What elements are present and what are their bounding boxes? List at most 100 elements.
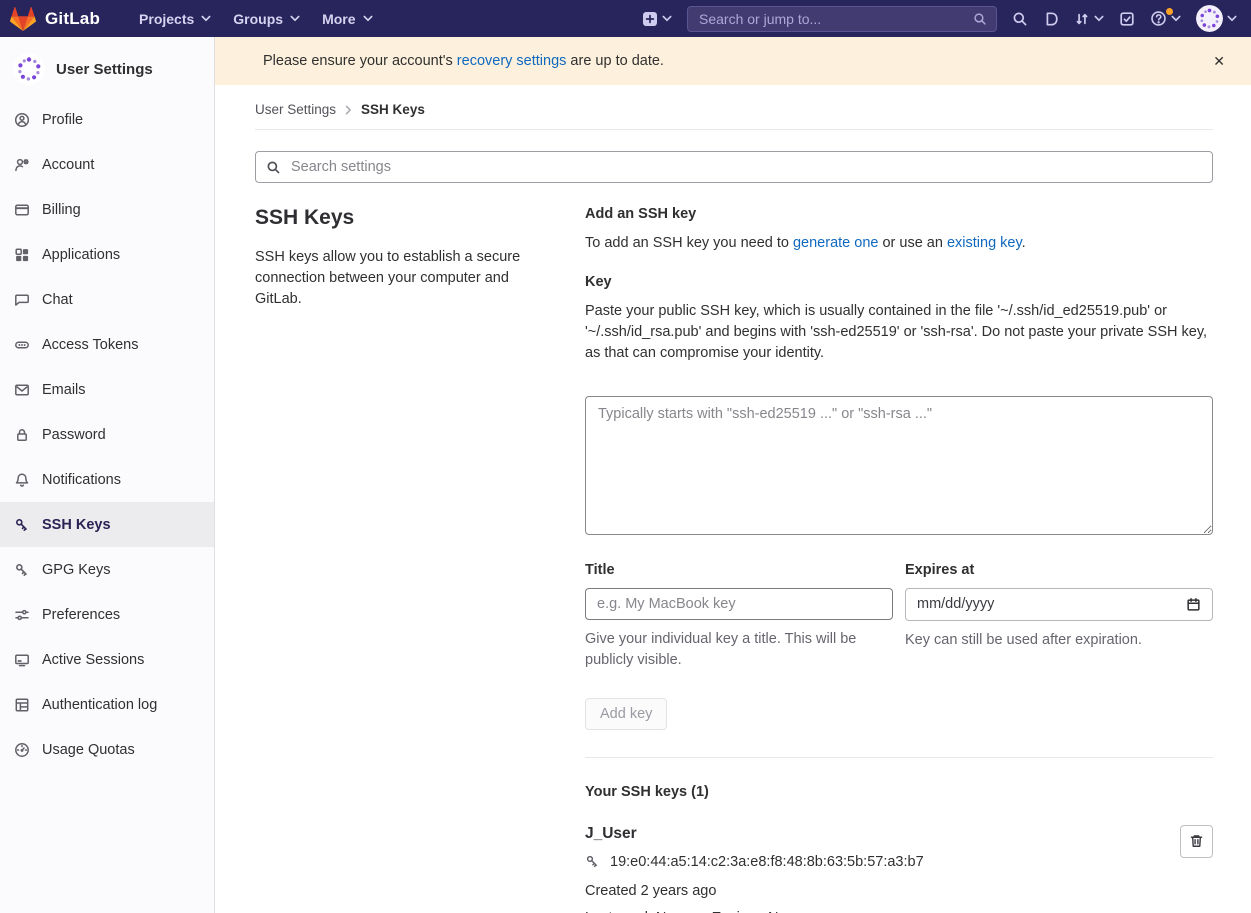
recovery-alert-banner: Please ensure your account's recovery se…	[215, 37, 1251, 85]
main-content: Please ensure your account's recovery se…	[215, 37, 1251, 913]
ssh-key-textarea[interactable]	[585, 396, 1213, 535]
sidebar-header: User Settings	[0, 51, 214, 97]
global-search-input[interactable]	[697, 10, 965, 28]
chevron-down-icon	[363, 15, 373, 22]
navbar-right-group	[642, 5, 1237, 32]
plus-square-icon	[642, 11, 658, 27]
sidebar-item-account[interactable]: Account	[0, 142, 214, 187]
nav-menu-projects[interactable]: Projects	[128, 0, 222, 37]
key-field-label: Key	[585, 274, 1213, 290]
chat-icon	[14, 292, 30, 308]
todos-button[interactable]	[1119, 11, 1135, 27]
sidebar-item-profile[interactable]: Profile	[0, 97, 214, 142]
ssh-key-last-used: Last used: Never	[585, 910, 695, 913]
sidebar-item-emails[interactable]: Emails	[0, 367, 214, 412]
chevron-down-icon	[290, 15, 300, 22]
recovery-settings-link[interactable]: recovery settings	[457, 53, 567, 69]
sidebar-item-preferences[interactable]: Preferences	[0, 592, 214, 637]
key-icon	[585, 854, 600, 869]
alert-close-button[interactable]: ✕	[1203, 49, 1235, 74]
add-key-button[interactable]: Add key	[585, 698, 667, 730]
delete-key-button[interactable]	[1180, 825, 1213, 858]
bell-icon	[14, 472, 30, 488]
user-avatar	[1196, 5, 1223, 32]
expires-help: Key can still be used after expiration.	[905, 630, 1213, 651]
gauge-icon	[14, 742, 30, 758]
help-menu-button[interactable]	[1150, 10, 1181, 27]
key-field-help: Paste your public SSH key, which is usua…	[585, 301, 1213, 364]
sidebar-item-label: Password	[42, 427, 106, 443]
sidebar-item-label: Account	[42, 157, 94, 173]
sidebar-item-authentication-log[interactable]: Authentication log	[0, 682, 214, 727]
nav-menu-more[interactable]: More	[311, 0, 383, 37]
key-icon	[14, 517, 30, 533]
sidebar-item-label: Profile	[42, 112, 83, 128]
sidebar-item-label: Applications	[42, 247, 120, 263]
sidebar-item-label: Authentication log	[42, 697, 157, 713]
sidebar-item-active-sessions[interactable]: Active Sessions	[0, 637, 214, 682]
search-button[interactable]	[1012, 11, 1028, 27]
gitlab-tanuki-icon	[10, 7, 36, 31]
existing-key-link[interactable]: existing key	[947, 235, 1022, 251]
add-key-heading: Add an SSH key	[585, 206, 1213, 222]
issues-button[interactable]	[1043, 11, 1059, 27]
sidebar-item-gpg-keys[interactable]: GPG Keys	[0, 547, 214, 592]
breadcrumb-divider	[255, 129, 1213, 130]
ssh-key-list-item: J_User 19:e0:44:a5:14:c2:3a:e8:f8:48:8b:…	[585, 825, 1213, 913]
issues-icon	[1043, 11, 1059, 27]
title-field: Title Give your individual key a title. …	[585, 562, 893, 671]
new-menu-button[interactable]	[642, 11, 672, 27]
sidebar-item-label: Billing	[42, 202, 81, 218]
search-icon	[973, 12, 987, 26]
sidebar-item-label: Usage Quotas	[42, 742, 135, 758]
sidebar-item-applications[interactable]: Applications	[0, 232, 214, 277]
ssh-key-fingerprint: 19:e0:44:a5:14:c2:3a:e8:f8:48:8b:63:5b:5…	[610, 854, 924, 870]
nav-menu-groups[interactable]: Groups	[222, 0, 311, 37]
page-title: SSH Keys	[255, 206, 555, 230]
close-icon: ✕	[1213, 53, 1225, 69]
breadcrumb-ssh-keys: SSH Keys	[361, 102, 425, 117]
merge-request-icon	[1074, 11, 1090, 27]
expires-label: Expires at	[905, 562, 1213, 578]
expires-field: Expires at mm/dd/yyyy Key can still be u…	[905, 562, 1213, 671]
search-icon	[1012, 11, 1028, 27]
sidebar-item-ssh-keys[interactable]: SSH Keys	[0, 502, 214, 547]
breadcrumb-user-settings[interactable]: User Settings	[255, 102, 336, 117]
sidebar-item-label: Active Sessions	[42, 652, 144, 668]
access-tokens-icon	[14, 337, 30, 353]
emails-icon	[14, 382, 30, 398]
user-menu-button[interactable]	[1196, 5, 1237, 32]
applications-icon	[14, 247, 30, 263]
chevron-down-icon	[1227, 15, 1237, 22]
sidebar-title: User Settings	[56, 61, 153, 78]
chevron-down-icon	[662, 15, 672, 22]
sidebar-item-usage-quotas[interactable]: Usage Quotas	[0, 727, 214, 772]
sidebar-item-label: SSH Keys	[42, 517, 111, 533]
sidebar-item-label: Emails	[42, 382, 86, 398]
search-icon	[266, 160, 281, 175]
sidebar-item-label: Notifications	[42, 472, 121, 488]
sidebar-item-billing[interactable]: Billing	[0, 187, 214, 232]
sidebar-item-access-tokens[interactable]: Access Tokens	[0, 322, 214, 367]
settings-search-input[interactable]	[289, 158, 1202, 176]
sidebar-item-label: Preferences	[42, 607, 120, 623]
gitlab-logo[interactable]: GitLab	[10, 7, 100, 31]
calendar-icon[interactable]	[1186, 597, 1201, 612]
merge-requests-button[interactable]	[1074, 11, 1104, 27]
monitor-icon	[14, 652, 30, 668]
global-search[interactable]	[687, 6, 997, 32]
expires-date-input[interactable]: mm/dd/yyyy	[905, 588, 1213, 621]
settings-search-box[interactable]	[255, 151, 1213, 183]
title-help: Give your individual key a title. This w…	[585, 629, 893, 671]
user-avatar	[13, 53, 45, 85]
generate-one-link[interactable]: generate one	[793, 235, 878, 251]
sidebar-item-password[interactable]: Password	[0, 412, 214, 457]
chevron-right-icon	[345, 105, 352, 115]
date-placeholder: mm/dd/yyyy	[917, 596, 994, 612]
title-input[interactable]	[585, 588, 893, 620]
sidebar-item-chat[interactable]: Chat	[0, 277, 214, 322]
sliders-icon	[14, 607, 30, 623]
trash-icon	[1189, 833, 1204, 849]
add-key-intro: To add an SSH key you need to generate o…	[585, 235, 1213, 251]
sidebar-item-notifications[interactable]: Notifications	[0, 457, 214, 502]
